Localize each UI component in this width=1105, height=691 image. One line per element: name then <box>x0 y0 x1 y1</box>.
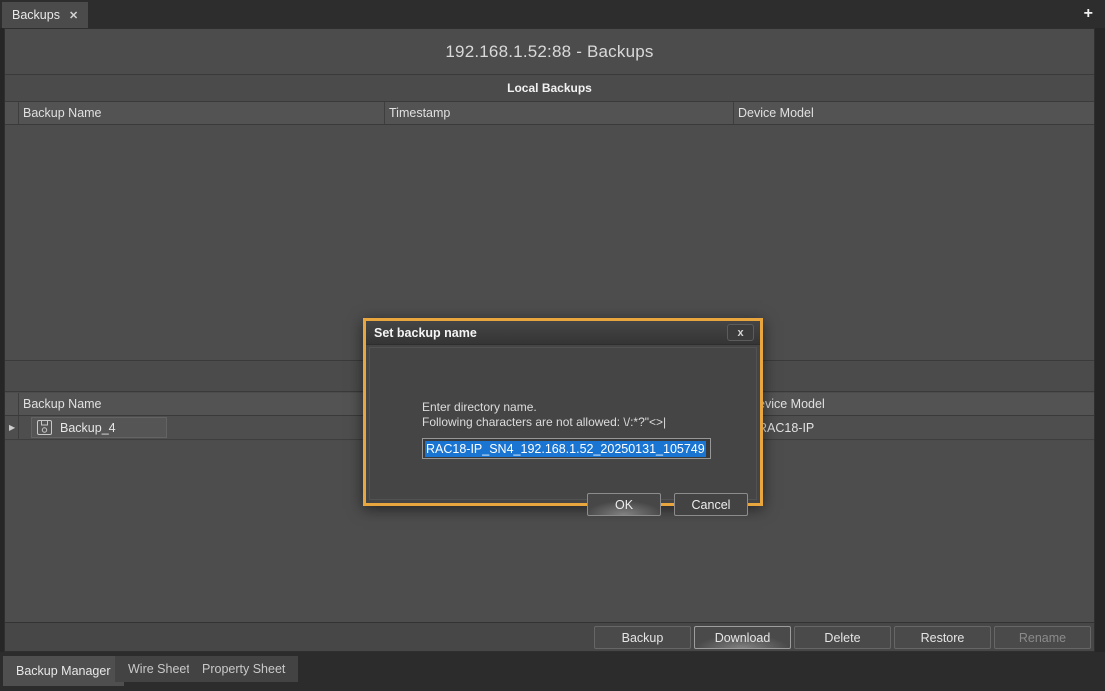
backup-name-input[interactable]: RAC18-IP_SN4_192.168.1.52_20250131_10574… <box>422 438 711 459</box>
dialog-message-line1: Enter directory name. <box>422 400 666 415</box>
page-title: 192.168.1.52:88 - Backups <box>5 29 1094 75</box>
device-model-cell: RAC18-IP <box>758 416 814 439</box>
application-window: Backups ✕ + 192.168.1.52:88 - Backups Lo… <box>0 0 1105 691</box>
column-header-timestamp[interactable]: Timestamp <box>389 102 450 124</box>
input-selected-text: RAC18-IP_SN4_192.168.1.52_20250131_10574… <box>425 441 706 457</box>
expander-icon[interactable]: ▶ <box>9 423 15 432</box>
cancel-button[interactable]: Cancel <box>674 493 748 516</box>
bottom-tab-bar: Backup Manager Wire Sheet Property Sheet <box>0 652 1105 691</box>
download-button[interactable]: Download <box>694 626 791 649</box>
local-backups-table-header: Backup Name Timestamp Device Model <box>5 102 1094 125</box>
dialog-title: Set backup name <box>374 326 477 340</box>
column-divider[interactable] <box>733 102 734 124</box>
tab-backups[interactable]: Backups ✕ <box>2 2 88 28</box>
tab-backup-manager[interactable]: Backup Manager <box>3 656 124 686</box>
tab-backups-label: Backups <box>12 8 60 22</box>
backup-name-text: Backup_4 <box>60 421 116 435</box>
tab-close-icon[interactable]: ✕ <box>69 9 78 22</box>
row-gutter: ▶ <box>5 416 19 439</box>
dialog-close-icon[interactable]: x <box>727 324 754 341</box>
dialog-message-line2: Following characters are not allowed: \/… <box>422 415 666 430</box>
rename-button[interactable]: Rename <box>994 626 1091 649</box>
set-backup-name-dialog: Set backup name x Enter directory name. … <box>363 318 763 506</box>
local-backups-section-title: Local Backups <box>5 75 1094 102</box>
tab-property-sheet[interactable]: Property Sheet <box>189 656 298 682</box>
table-gutter <box>5 102 19 124</box>
action-button-bar: Backup Download Delete Restore Rename <box>5 622 1094 651</box>
ok-button[interactable]: OK <box>587 493 661 516</box>
new-tab-icon[interactable]: + <box>1084 4 1093 24</box>
dialog-title-bar[interactable]: Set backup name <box>366 321 760 345</box>
delete-button[interactable]: Delete <box>794 626 891 649</box>
column-header-backup-name[interactable]: Backup Name <box>23 102 102 124</box>
backup-button[interactable]: Backup <box>594 626 691 649</box>
column-header-device-model[interactable]: Device Model <box>738 102 814 124</box>
table-gutter <box>5 393 19 415</box>
top-tab-bar: Backups ✕ + <box>0 0 1105 28</box>
restore-button[interactable]: Restore <box>894 626 991 649</box>
column-header-backup-name[interactable]: Backup Name <box>23 393 102 415</box>
backup-name-cell[interactable]: Backup_4 <box>31 417 167 438</box>
floppy-disk-icon <box>36 419 53 436</box>
column-divider[interactable] <box>384 102 385 124</box>
dialog-body: Enter directory name. Following characte… <box>366 345 760 503</box>
dialog-message: Enter directory name. Following characte… <box>422 400 666 430</box>
